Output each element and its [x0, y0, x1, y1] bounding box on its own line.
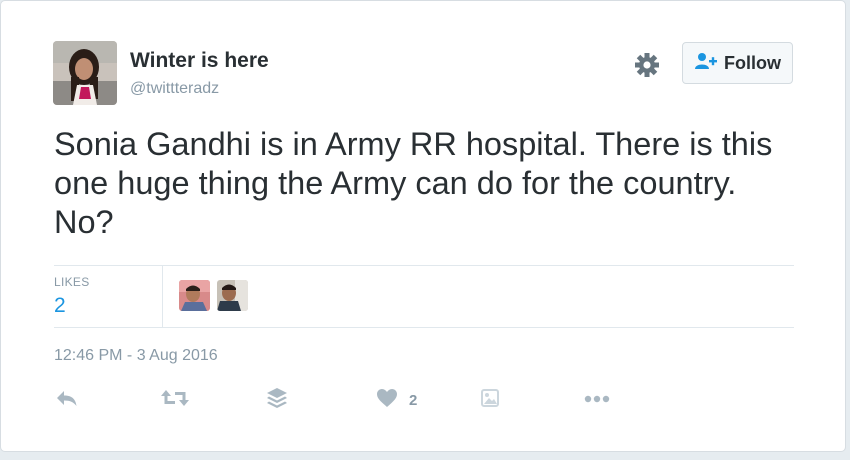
more-button[interactable] [584, 385, 610, 415]
heart-icon [376, 388, 398, 413]
follow-user-icon [694, 52, 718, 75]
follow-button[interactable]: Follow [682, 42, 793, 84]
stats-top-divider [54, 265, 794, 266]
avatar-photo [53, 41, 117, 105]
like-button[interactable]: 2 [376, 385, 417, 415]
like-count: 2 [409, 391, 418, 409]
buffer-button[interactable] [266, 385, 288, 415]
tweet-card: Winter is here @twittteradz Follow Sonia… [0, 0, 846, 452]
liker-avatar-1[interactable] [179, 280, 210, 311]
media-icon [481, 388, 499, 412]
liker-avatar-2[interactable] [217, 280, 248, 311]
gear-icon[interactable] [633, 51, 661, 79]
follow-label: Follow [724, 52, 781, 73]
retweet-button[interactable] [161, 385, 189, 415]
likes-label: LIKES [54, 275, 90, 289]
stats-vertical-divider [162, 266, 163, 328]
media-button[interactable] [481, 385, 499, 415]
buffer-icon [266, 387, 288, 414]
more-icon [584, 391, 610, 409]
stats-bottom-divider [54, 327, 794, 328]
retweet-icon [161, 388, 189, 413]
reply-icon [55, 388, 79, 413]
display-name[interactable]: Winter is here [130, 49, 269, 73]
likes-count[interactable]: 2 [54, 294, 66, 318]
reply-button[interactable] [55, 385, 79, 415]
user-handle[interactable]: @twittteradz [130, 80, 219, 98]
user-avatar[interactable] [53, 41, 117, 105]
tweet-text: Sonia Gandhi is in Army RR hospital. The… [54, 126, 773, 240]
tweet-timestamp[interactable]: 12:46 PM - 3 Aug 2016 [54, 347, 218, 365]
